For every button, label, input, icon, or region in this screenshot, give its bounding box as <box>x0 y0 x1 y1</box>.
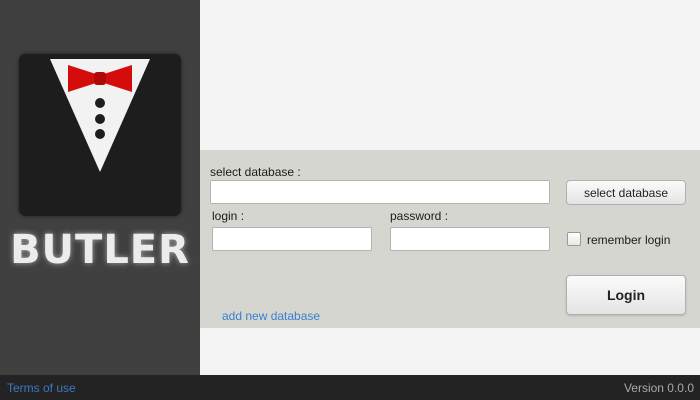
sidebar: BUTLER <box>0 0 200 375</box>
password-field[interactable] <box>390 227 550 251</box>
add-database-link[interactable]: add new database <box>222 309 320 323</box>
tuxedo-bowtie-icon <box>50 59 150 172</box>
select-database-button[interactable]: select database <box>566 180 686 205</box>
main-area <box>200 0 700 150</box>
remember-login-checkbox[interactable] <box>567 232 581 246</box>
terms-of-use-link[interactable]: Terms of use <box>7 381 76 395</box>
remember-login-label[interactable]: remember login <box>587 233 670 247</box>
database-label: select database : <box>210 165 301 179</box>
database-field[interactable] <box>210 180 550 204</box>
tuxedo-logo-icon <box>19 54 181 216</box>
status-bar: Terms of use Version 0.0.0 <box>0 375 700 400</box>
password-label: password : <box>390 209 449 223</box>
login-form-panel: select database : select database login … <box>200 150 700 328</box>
login-label: login : <box>212 209 245 223</box>
version-label: Version 0.0.0 <box>623 381 694 395</box>
login-field[interactable] <box>212 227 372 251</box>
login-button[interactable]: Login <box>566 275 686 315</box>
brand-title: BUTLER <box>10 227 190 273</box>
